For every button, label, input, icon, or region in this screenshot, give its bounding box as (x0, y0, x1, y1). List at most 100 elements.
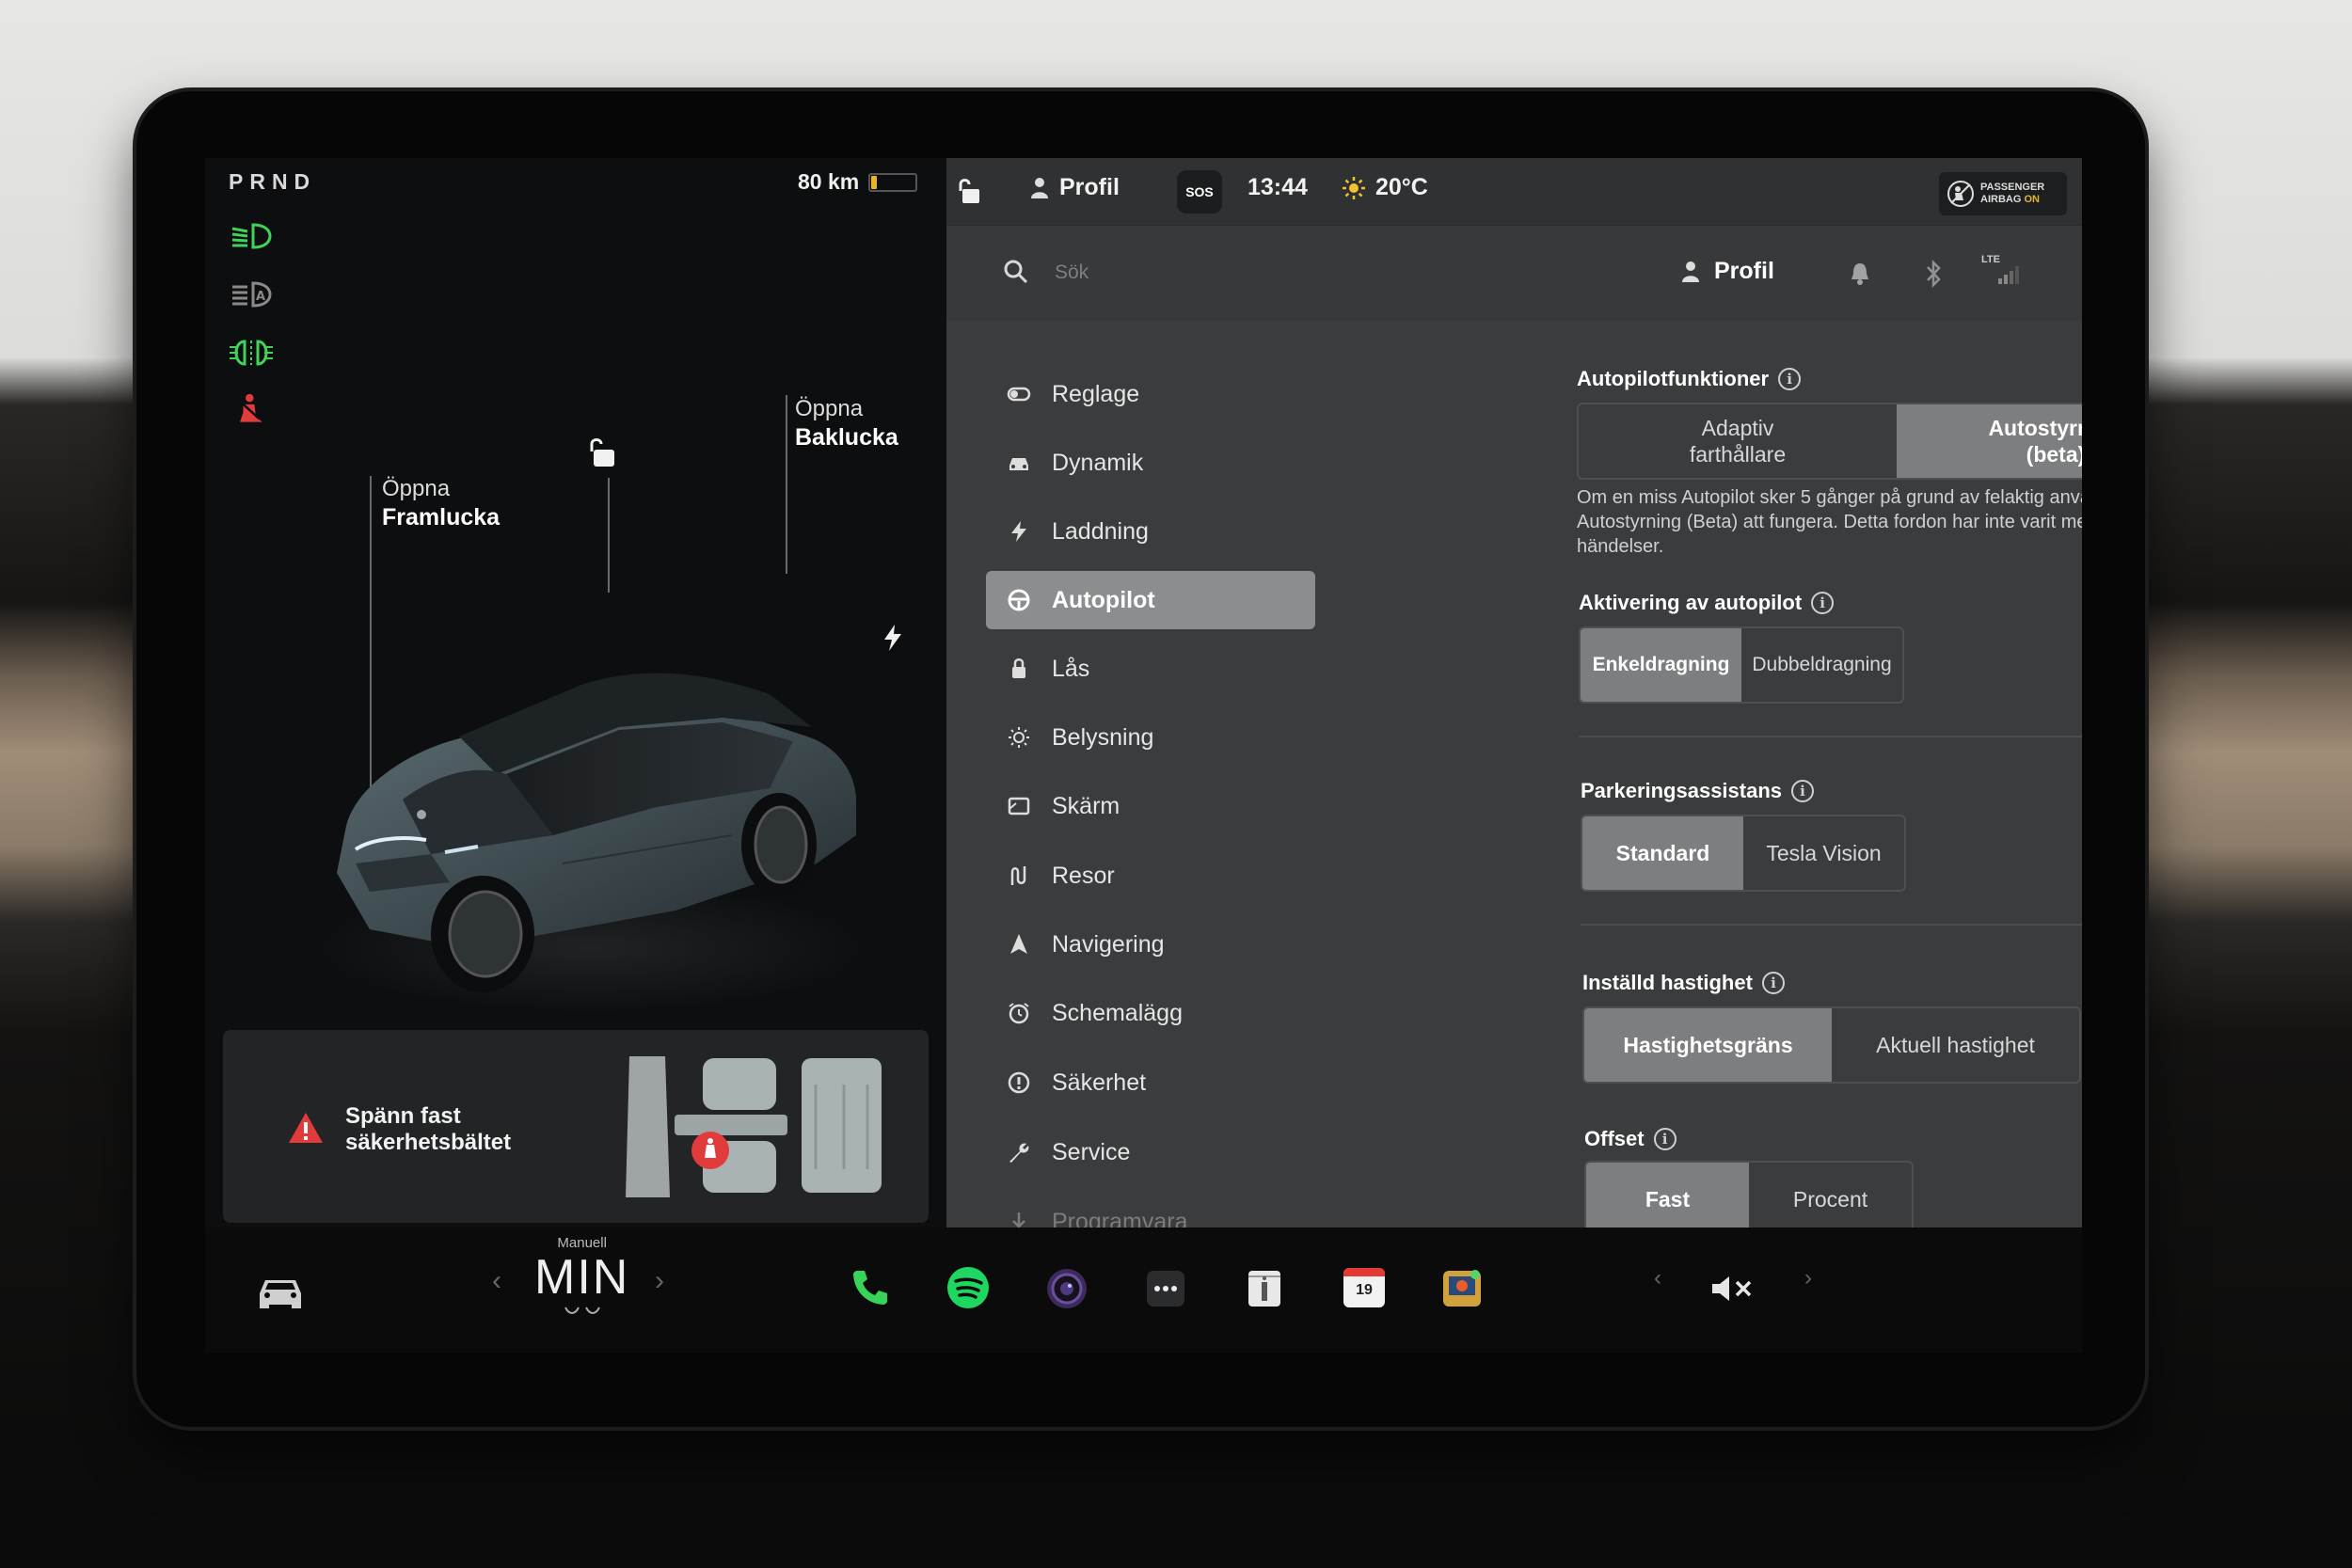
trunk-label-line1: Öppna (795, 396, 864, 421)
phone-icon[interactable] (850, 1267, 891, 1308)
section-title-text: Aktivering av autopilot (1579, 591, 1803, 614)
airbag-state: ON (2024, 194, 2040, 205)
status-profile-label: Profil (1059, 174, 1120, 200)
profile-button[interactable]: Profil (1680, 258, 1774, 285)
sun-icon (1009, 727, 1029, 748)
autopilot-features-selector[interactable]: Adaptivfarthållare Autostyrning(beta) (1577, 403, 2082, 480)
bluetooth-icon[interactable] (1925, 260, 1942, 288)
warning-triangle-icon (289, 1113, 323, 1143)
open-frunk-button[interactable]: Öppna Framlucka (382, 475, 500, 532)
weather: 20°C (1342, 174, 1428, 201)
section-title-text: Parkeringsassistans (1581, 779, 1783, 802)
search-input[interactable]: Sök (1055, 261, 1089, 284)
option-adaptive-cruise[interactable]: Adaptiv farthållare (1579, 404, 1897, 478)
info-icon[interactable]: i (1811, 592, 1835, 614)
status-bar: Profil SOS 13:44 20°C PASSENGER AIRBAG O… (946, 158, 2082, 226)
frunk-label-line2: Framlucka (382, 504, 501, 531)
menu-item-las[interactable]: Lås (986, 640, 1315, 698)
bell-icon[interactable] (1850, 261, 1870, 286)
menu-label: Resor (1052, 862, 1115, 889)
section-divider (1581, 924, 2082, 926)
seatbelt-alert-text: Spänn fast säkerhetsbältet (345, 1103, 511, 1156)
menu-item-schemalagg[interactable]: Schemalägg (986, 984, 1315, 1042)
signal-bars-icon (1998, 266, 2019, 284)
option-double-pull[interactable]: Dubbeldragning (1741, 628, 1902, 702)
climate-decrease-button[interactable]: ‹ (492, 1265, 501, 1297)
seatbelt-alert-line1: Spänn fast (345, 1103, 461, 1129)
offset-selector[interactable]: Fast Procent (1584, 1161, 1914, 1238)
trunk-callout-line (786, 395, 787, 574)
more-icon[interactable] (1146, 1270, 1185, 1307)
arcade-icon[interactable] (1439, 1265, 1485, 1310)
option-percent[interactable]: Procent (1749, 1163, 1912, 1236)
volume-down-button[interactable]: ‹ (1654, 1265, 1661, 1291)
sos-button[interactable]: SOS (1177, 170, 1222, 214)
option-line: Adaptiv (1701, 416, 1774, 440)
menu-item-sakerhet[interactable]: Säkerhet (986, 1053, 1315, 1112)
autopilot-activation-selector[interactable]: Enkeldragning Dubbeldragning (1579, 626, 1904, 704)
climate-control[interactable]: Manuell MIN (534, 1235, 629, 1323)
menu-item-belysning[interactable]: Belysning (986, 708, 1315, 767)
search-icon[interactable] (1003, 259, 1029, 285)
option-speed-limit[interactable]: Hastighetsgräns (1584, 1008, 1832, 1082)
menu-label: Service (1052, 1138, 1131, 1165)
menu-item-skarm[interactable]: Skärm (986, 777, 1315, 835)
option-standard[interactable]: Standard (1582, 816, 1743, 890)
unlocked-status-icon[interactable] (959, 177, 983, 205)
auto-high-beam-icon: A (232, 281, 272, 308)
toybox-icon[interactable] (1245, 1267, 1284, 1310)
seatbelt-warning-icon (240, 393, 262, 422)
option-single-pull[interactable]: Enkeldragning (1581, 628, 1741, 702)
option-line: (beta) (2026, 442, 2082, 467)
car-3d-model[interactable] (280, 553, 892, 1023)
bottom-dock: ‹ Manuell MIN › 19 ‹ › (205, 1227, 2082, 1353)
option-autosteer[interactable]: Autostyrning(beta) (1897, 404, 2082, 478)
menu-item-navigering[interactable]: Navigering (986, 915, 1315, 974)
status-profile-button[interactable]: Profil (1029, 174, 1120, 201)
section-title-text: Autopilotfunktioner (1577, 367, 1770, 390)
option-tesla-vision[interactable]: Tesla Vision (1743, 816, 1904, 890)
unlock-icon[interactable] (584, 435, 620, 472)
settings-header: Sök Profil LTE (946, 226, 2082, 320)
offset-title: Offset i (1584, 1127, 1677, 1151)
menu-label: Reglage (1052, 380, 1140, 407)
menu-label: Laddning (1052, 517, 1149, 545)
steering-wheel-icon (1008, 589, 1030, 611)
passenger-airbag-indicator: PASSENGER AIRBAG ON (1939, 172, 2067, 215)
clock: 13:44 (1248, 174, 1308, 200)
svg-text:A: A (256, 290, 265, 304)
info-icon[interactable]: i (1778, 368, 1802, 390)
info-icon[interactable]: i (1791, 780, 1815, 802)
park-assist-title: Parkeringsassistans i (1581, 779, 1815, 803)
camera-icon[interactable] (1045, 1267, 1089, 1310)
menu-item-reglage[interactable]: Reglage (986, 365, 1315, 423)
car-controls-icon[interactable] (254, 1273, 307, 1310)
menu-label: Schemalägg (1052, 999, 1183, 1026)
set-speed-selector[interactable]: Hastighetsgräns Aktuell hastighet (1582, 1006, 2081, 1084)
menu-item-service[interactable]: Service (986, 1123, 1315, 1181)
open-trunk-button[interactable]: Öppna Baklucka (795, 395, 898, 452)
seatbelt-alert-card: Spänn fast säkerhetsbältet (223, 1030, 929, 1223)
info-icon[interactable]: i (1761, 972, 1785, 994)
spotify-icon[interactable] (946, 1265, 991, 1310)
battery-icon (868, 172, 918, 192)
menu-label: Skärm (1052, 792, 1120, 819)
option-current-speed[interactable]: Aktuell hastighet (1832, 1008, 2079, 1082)
menu-item-dynamik[interactable]: Dynamik (986, 434, 1315, 492)
info-icon[interactable]: i (1653, 1128, 1677, 1150)
menu-item-laddning[interactable]: Laddning (986, 502, 1315, 561)
mute-icon[interactable] (1710, 1275, 1756, 1303)
calendar-icon[interactable]: 19 (1343, 1268, 1385, 1307)
charge-port-icon[interactable] (882, 624, 903, 652)
safety-icon (1008, 1071, 1030, 1094)
menu-item-resor[interactable]: Resor (986, 847, 1315, 905)
network-type: LTE (1981, 254, 2000, 265)
option-fixed[interactable]: Fast (1586, 1163, 1749, 1236)
park-assist-selector[interactable]: Standard Tesla Vision (1581, 815, 1906, 892)
car-front-icon (1009, 458, 1028, 470)
low-beam-icon (231, 223, 272, 249)
menu-item-autopilot[interactable]: Autopilot (986, 571, 1315, 629)
volume-up-button[interactable]: › (1804, 1265, 1812, 1291)
section-title-text: Offset (1584, 1127, 1645, 1150)
climate-increase-button[interactable]: › (655, 1265, 664, 1297)
